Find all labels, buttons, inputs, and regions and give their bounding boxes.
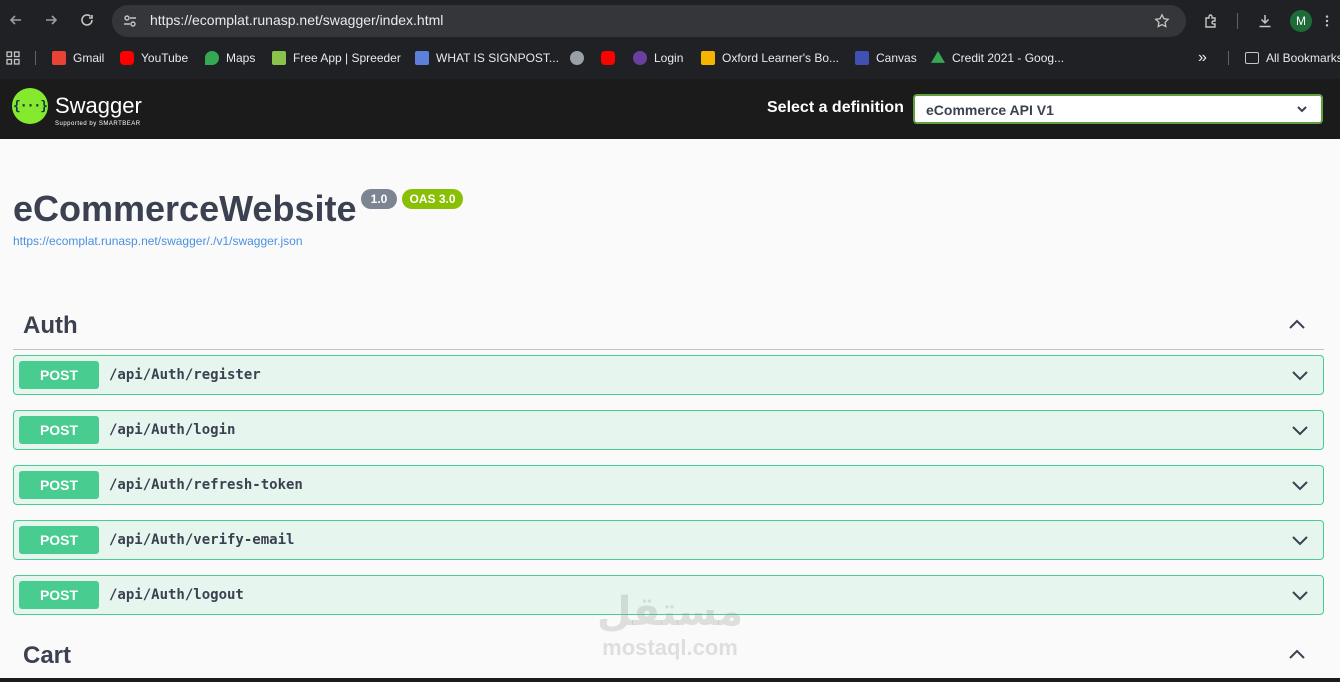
operation-refresh-token[interactable]: POST /api/Auth/refresh-token bbox=[13, 465, 1324, 505]
swagger-logo-icon[interactable]: {···} bbox=[12, 88, 48, 124]
globe-icon bbox=[570, 51, 584, 65]
bookmark-spreeder[interactable]: Free App | Spreeder bbox=[272, 49, 401, 67]
method-badge: POST bbox=[19, 526, 99, 554]
definition-select-value: eCommerce API V1 bbox=[926, 102, 1054, 118]
api-title: eCommerceWebsite bbox=[13, 188, 357, 229]
bookmark-label: Canvas bbox=[876, 51, 917, 65]
watermark-arabic: مستقل bbox=[596, 589, 744, 635]
folder-icon bbox=[1245, 52, 1259, 64]
bookmarks-bar: Gmail YouTube Maps Free App | Spreeder W… bbox=[0, 45, 1340, 71]
swagger-brand[interactable]: Swagger bbox=[55, 93, 142, 119]
chevron-down-icon bbox=[1295, 102, 1309, 116]
maps-pin-icon bbox=[205, 51, 219, 65]
bookmark-star-icon[interactable] bbox=[1152, 11, 1172, 31]
chevron-down-icon[interactable] bbox=[1289, 474, 1311, 496]
bookmark-gmail[interactable]: Gmail bbox=[52, 49, 104, 67]
bookmarks-divider bbox=[35, 51, 36, 65]
oxford-icon bbox=[701, 51, 715, 65]
operation-login[interactable]: POST /api/Auth/login bbox=[13, 410, 1324, 450]
toolbar-divider bbox=[1237, 13, 1238, 29]
drive-icon bbox=[931, 51, 945, 63]
chevron-down-icon[interactable] bbox=[1289, 364, 1311, 386]
menu-icon[interactable] bbox=[1318, 10, 1336, 32]
bookmark-login[interactable]: Login bbox=[633, 49, 683, 67]
browser-toolbar: https://ecomplat.runasp.net/swagger/inde… bbox=[0, 0, 1340, 42]
bookmark-label: Credit 2021 - Goog... bbox=[952, 51, 1065, 65]
chevron-up-icon[interactable] bbox=[1286, 644, 1308, 666]
operation-path: /api/Auth/login bbox=[109, 422, 236, 438]
signpost-icon bbox=[415, 51, 429, 65]
bookmark-label: Gmail bbox=[73, 51, 105, 65]
bookmark-label: Login bbox=[654, 51, 684, 65]
swagger-brand-sub: Supported by SMARTBEAR bbox=[55, 121, 141, 127]
bookmark-globe[interactable] bbox=[570, 49, 591, 67]
method-badge: POST bbox=[19, 581, 99, 609]
bookmark-label: Oxford Learner's Bo... bbox=[722, 51, 840, 65]
definition-label: Select a definition bbox=[767, 99, 904, 116]
bookmark-maps[interactable]: Maps bbox=[205, 49, 255, 67]
book-icon bbox=[272, 51, 286, 65]
bookmark-label: WHAT IS SIGNPOST... bbox=[436, 51, 559, 65]
method-badge: POST bbox=[19, 361, 99, 389]
site-info-icon[interactable] bbox=[120, 11, 140, 31]
operation-path: /api/Auth/refresh-token bbox=[109, 477, 303, 493]
canvas-icon bbox=[855, 51, 869, 65]
chevron-down-icon[interactable] bbox=[1289, 584, 1311, 606]
bookmark-youtube[interactable]: YouTube bbox=[120, 49, 188, 67]
mostaql-watermark: مستقل mostaql.com bbox=[588, 588, 752, 668]
tag-name: Cart bbox=[23, 642, 72, 669]
bookmark-signpost[interactable]: WHAT IS SIGNPOST... bbox=[415, 49, 559, 67]
youtube-icon bbox=[601, 51, 615, 65]
chevron-down-icon[interactable] bbox=[1289, 529, 1311, 551]
back-icon[interactable] bbox=[5, 9, 27, 31]
extensions-icon[interactable] bbox=[1200, 10, 1222, 32]
bookmark-credit[interactable]: Credit 2021 - Goog... bbox=[931, 49, 1064, 67]
more-bookmarks-button[interactable]: » bbox=[1198, 49, 1207, 67]
gmail-icon bbox=[52, 51, 66, 65]
reload-icon[interactable] bbox=[76, 9, 98, 31]
version-badge: 1.0 bbox=[361, 189, 397, 209]
bookmark-label: Maps bbox=[226, 51, 256, 65]
address-bar[interactable]: https://ecomplat.runasp.net/swagger/inde… bbox=[112, 5, 1186, 37]
bookmarks-divider bbox=[1228, 51, 1229, 65]
operation-path: /api/Auth/logout bbox=[109, 587, 244, 603]
bookmark-canvas[interactable]: Canvas bbox=[855, 49, 917, 67]
url-text[interactable]: https://ecomplat.runasp.net/swagger/inde… bbox=[150, 12, 443, 28]
operation-path: /api/Auth/register bbox=[109, 367, 261, 383]
tag-auth[interactable]: Auth bbox=[13, 300, 1324, 350]
bookmark-label: YouTube bbox=[141, 51, 189, 65]
download-icon[interactable] bbox=[1254, 10, 1276, 32]
oas-badge: OAS 3.0 bbox=[402, 189, 463, 209]
method-badge: POST bbox=[19, 471, 99, 499]
bookmark-youtube-2[interactable] bbox=[601, 49, 622, 67]
tag-name: Auth bbox=[23, 312, 78, 339]
watermark-latin: mostaql.com bbox=[602, 635, 738, 660]
youtube-icon bbox=[120, 51, 134, 65]
bookmark-label: All Bookmarks bbox=[1266, 51, 1340, 65]
method-badge: POST bbox=[19, 416, 99, 444]
apps-grid-icon[interactable] bbox=[6, 49, 20, 67]
profile-avatar[interactable]: M bbox=[1290, 10, 1312, 32]
bottom-edge bbox=[0, 678, 1340, 682]
chevron-down-icon[interactable] bbox=[1289, 419, 1311, 441]
spec-url-link[interactable]: https://ecomplat.runasp.net/swagger/./v1… bbox=[13, 234, 303, 248]
operation-register[interactable]: POST /api/Auth/register bbox=[13, 355, 1324, 395]
bookmark-oxford[interactable]: Oxford Learner's Bo... bbox=[701, 49, 839, 67]
operation-verify-email[interactable]: POST /api/Auth/verify-email bbox=[13, 520, 1324, 560]
browser-chrome: https://ecomplat.runasp.net/swagger/inde… bbox=[0, 0, 1340, 79]
definition-select[interactable]: eCommerce API V1 bbox=[913, 94, 1323, 124]
all-bookmarks-button[interactable]: All Bookmarks bbox=[1245, 49, 1340, 67]
login-icon bbox=[633, 51, 647, 65]
swagger-topbar: {···} Swagger Supported by SMARTBEAR Sel… bbox=[0, 79, 1340, 139]
operation-path: /api/Auth/verify-email bbox=[109, 532, 295, 548]
chevron-up-icon[interactable] bbox=[1286, 314, 1308, 336]
bookmark-label: Free App | Spreeder bbox=[293, 51, 401, 65]
forward-icon[interactable] bbox=[40, 9, 62, 31]
